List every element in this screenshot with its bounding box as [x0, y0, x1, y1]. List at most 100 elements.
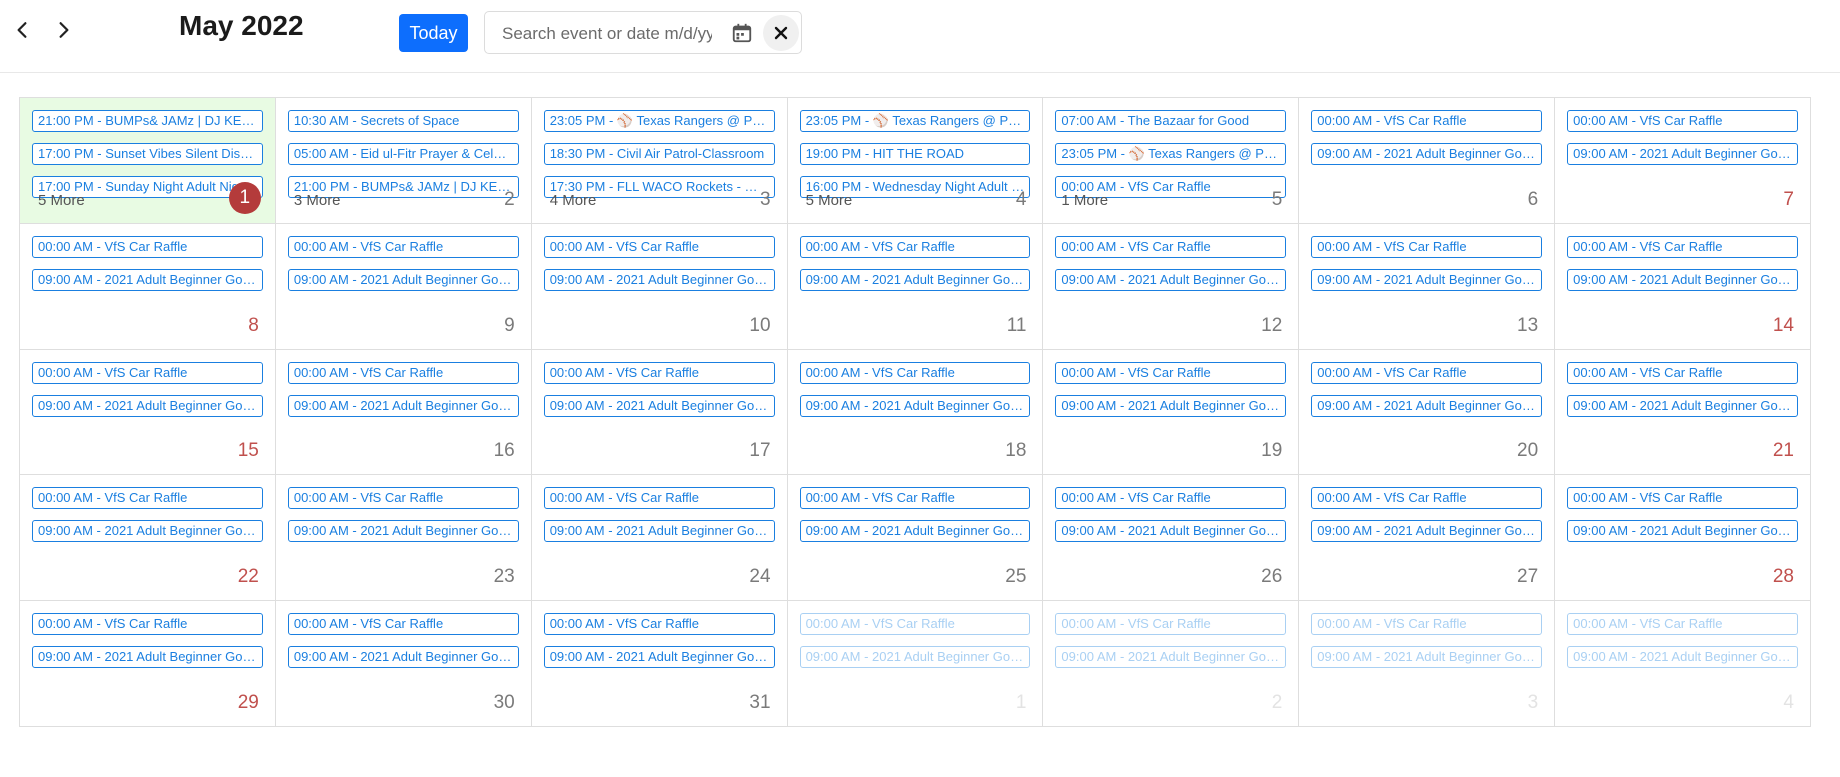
event-chip[interactable]: 00:00 AM - VfS Car Raffle — [1311, 361, 1543, 384]
event-chip[interactable]: 09:00 AM - 2021 Adult Beginner Golf Less… — [1055, 394, 1287, 417]
day-cell[interactable]: 00:00 AM - VfS Car Raffle 09:00 AM - 2021… — [787, 475, 1044, 602]
event-chip[interactable]: 00:00 AM - VfS Car Raffle — [1567, 361, 1798, 384]
day-cell[interactable]: 00:00 AM - VfS Car Raffle 09:00 AM - 2021… — [1299, 475, 1556, 602]
event-chip[interactable]: 00:00 AM - VfS Car Raffle — [287, 613, 519, 636]
day-cell[interactable]: 00:00 AM - VfS Car Raffle 09:00 AM - 2021… — [1299, 223, 1556, 350]
day-cell[interactable]: 00:00 AM - VfS Car Raffle 09:00 AM - 2021… — [1043, 349, 1300, 476]
event-chip[interactable]: 07:00 AM - The Bazaar for Good — [1055, 110, 1287, 132]
event-chip[interactable]: 00:00 AM - VfS Car Raffle — [799, 487, 1031, 510]
event-chip[interactable]: 00:00 AM - VfS Car Raffle — [1055, 361, 1287, 384]
event-chip[interactable]: 00:00 AM - VfS Car Raffle — [287, 235, 519, 258]
event-chip[interactable]: 00:00 AM - VfS Car Raffle — [32, 487, 263, 510]
event-chip[interactable]: 09:00 AM - 2021 Adult Beginner Golf Less… — [287, 268, 519, 291]
event-chip[interactable]: 00:00 AM - VfS Car Raffle — [1055, 613, 1287, 636]
day-cell[interactable]: 00:00 AM - VfS Car Raffle 09:00 AM - 2021… — [20, 601, 276, 727]
event-chip[interactable]: 09:00 AM - 2021 Adult Beginner Golf Less… — [32, 268, 263, 291]
event-chip[interactable]: 00:00 AM - VfS Car Raffle — [1311, 235, 1543, 258]
event-chip[interactable]: 09:00 AM - 2021 Adult Beginner Golf Less… — [287, 394, 519, 417]
event-chip[interactable]: 00:00 AM - VfS Car Raffle — [543, 235, 775, 258]
event-chip[interactable]: 10:30 AM - Secrets of Space — [287, 110, 519, 132]
event-chip[interactable]: 00:00 AM - VfS Car Raffle — [799, 613, 1031, 636]
event-chip[interactable]: 00:00 AM - VfS Car Raffle — [543, 361, 775, 384]
event-chip[interactable]: 00:00 AM - VfS Car Raffle — [1055, 235, 1287, 258]
day-cell[interactable]: 00:00 AM - VfS Car Raffle 09:00 AM - 2021… — [531, 349, 788, 476]
day-cell[interactable]: 00:00 AM - VfS Car Raffle 09:00 AM - 2021… — [787, 223, 1044, 350]
day-cell[interactable]: 00:00 AM - VfS Car Raffle 09:00 AM - 2021… — [787, 601, 1044, 727]
event-chip[interactable]: 19:00 PM - HIT THE ROAD — [799, 143, 1031, 165]
event-chip[interactable]: 09:00 AM - 2021 Adult Beginner Golf Less… — [799, 268, 1031, 291]
day-cell[interactable]: 00:00 AM - VfS Car Raffle 09:00 AM - 2021… — [275, 475, 532, 602]
day-cell[interactable]: 00:00 AM - VfS Car Raffle 09:00 AM - 2021… — [1555, 601, 1811, 727]
event-chip[interactable]: 09:00 AM - 2021 Adult Beginner Golf Less… — [1055, 646, 1287, 669]
event-chip[interactable]: 00:00 AM - VfS Car Raffle — [287, 361, 519, 384]
day-cell[interactable]: 00:00 AM - VfS Car Raffle 09:00 AM - 2021… — [1555, 475, 1811, 602]
day-cell[interactable]: 00:00 AM - VfS Car Raffle 09:00 AM - 2021… — [787, 349, 1044, 476]
day-cell[interactable]: 00:00 AM - VfS Car Raffle 09:00 AM - 2021… — [20, 223, 276, 350]
event-chip[interactable]: 09:00 AM - 2021 Adult Beginner Golf Less… — [287, 520, 519, 543]
day-cell[interactable]: 00:00 AM - VfS Car Raffle 09:00 AM - 2021… — [275, 223, 532, 350]
day-cell[interactable]: 00:00 AM - VfS Car Raffle 09:00 AM - 2021… — [531, 601, 788, 727]
event-chip[interactable]: 23:05 PM - ⚾ Texas Rangers @ Phillies — [799, 110, 1031, 132]
more-events-link[interactable]: 5 More — [38, 192, 85, 209]
event-chip[interactable]: 09:00 AM - 2021 Adult Beginner Golf Less… — [1567, 394, 1798, 417]
event-chip[interactable]: 09:00 AM - 2021 Adult Beginner Golf Less… — [1567, 520, 1798, 543]
previous-month-button[interactable] — [6, 14, 38, 46]
day-cell[interactable]: 00:00 AM - VfS Car Raffle 09:00 AM - 2021… — [1299, 98, 1556, 224]
event-chip[interactable]: 00:00 AM - VfS Car Raffle — [1055, 487, 1287, 510]
more-events-link[interactable]: 4 More — [550, 192, 597, 209]
event-chip[interactable]: 09:00 AM - 2021 Adult Beginner Golf Less… — [1055, 520, 1287, 543]
event-chip[interactable]: 09:00 AM - 2021 Adult Beginner Golf Less… — [543, 268, 775, 291]
day-cell[interactable]: 10:30 AM - Secrets of Space 05:00 AM - Ei… — [275, 98, 532, 224]
day-cell[interactable]: 23:05 PM - ⚾ Texas Rangers @ Phillies 19:… — [787, 98, 1044, 224]
day-cell[interactable]: 21:00 PM - BUMPs& JAMz | DJ KENNY & FRIE… — [20, 98, 276, 224]
event-chip[interactable]: 09:00 AM - 2021 Adult Beginner Golf Less… — [1311, 520, 1543, 543]
day-cell[interactable]: 00:00 AM - VfS Car Raffle 09:00 AM - 2021… — [1043, 601, 1300, 727]
day-cell[interactable]: 00:00 AM - VfS Car Raffle 09:00 AM - 2021… — [1555, 223, 1811, 350]
event-chip[interactable]: 00:00 AM - VfS Car Raffle — [1311, 487, 1543, 510]
next-month-button[interactable] — [48, 14, 80, 46]
more-events-link[interactable]: 5 More — [806, 192, 853, 209]
today-button[interactable]: Today — [399, 14, 468, 52]
event-chip[interactable]: 00:00 AM - VfS Car Raffle — [799, 235, 1031, 258]
more-events-link[interactable]: 3 More — [294, 192, 341, 209]
event-chip[interactable]: 00:00 AM - VfS Car Raffle — [1311, 613, 1543, 636]
clear-search-button[interactable] — [763, 15, 799, 51]
event-chip[interactable]: 21:00 PM - BUMPs& JAMz | DJ KENNY & FRIE… — [32, 110, 263, 132]
event-chip[interactable]: 09:00 AM - 2021 Adult Beginner Golf Less… — [1311, 646, 1543, 669]
event-chip[interactable]: 09:00 AM - 2021 Adult Beginner Golf Less… — [1567, 143, 1798, 165]
event-chip[interactable]: 09:00 AM - 2021 Adult Beginner Golf Less… — [799, 646, 1031, 669]
event-chip[interactable]: 00:00 AM - VfS Car Raffle — [287, 487, 519, 510]
event-chip[interactable]: 00:00 AM - VfS Car Raffle — [32, 235, 263, 258]
day-cell[interactable]: 00:00 AM - VfS Car Raffle 09:00 AM - 2021… — [20, 475, 276, 602]
event-chip[interactable]: 18:30 PM - Civil Air Patrol-Classroom — [543, 143, 775, 165]
event-chip[interactable]: 00:00 AM - VfS Car Raffle — [543, 487, 775, 510]
more-events-link[interactable]: 1 More — [1061, 192, 1108, 209]
day-cell[interactable]: 00:00 AM - VfS Car Raffle 09:00 AM - 2021… — [1043, 223, 1300, 350]
event-chip[interactable]: 09:00 AM - 2021 Adult Beginner Golf Less… — [1311, 394, 1543, 417]
event-chip[interactable]: 23:05 PM - ⚾ Texas Rangers @ Phillies — [1055, 143, 1287, 165]
event-chip[interactable]: 09:00 AM - 2021 Adult Beginner Golf Less… — [799, 520, 1031, 543]
event-chip[interactable]: 09:00 AM - 2021 Adult Beginner Golf Less… — [287, 646, 519, 669]
day-cell[interactable]: 00:00 AM - VfS Car Raffle 09:00 AM - 2021… — [531, 475, 788, 602]
event-chip[interactable]: 09:00 AM - 2021 Adult Beginner Golf Less… — [543, 394, 775, 417]
event-chip[interactable]: 09:00 AM - 2021 Adult Beginner Golf Less… — [1567, 268, 1798, 291]
event-chip[interactable]: 09:00 AM - 2021 Adult Beginner Golf Less… — [799, 394, 1031, 417]
event-chip[interactable]: 00:00 AM - VfS Car Raffle — [543, 613, 775, 636]
event-chip[interactable]: 09:00 AM - 2021 Adult Beginner Golf Less… — [32, 520, 263, 543]
event-chip[interactable]: 09:00 AM - 2021 Adult Beginner Golf Less… — [1567, 646, 1798, 669]
event-chip[interactable]: 17:00 PM - Sunset Vibes Silent Disco Par… — [32, 143, 263, 165]
event-chip[interactable]: 00:00 AM - VfS Car Raffle — [1311, 110, 1543, 132]
event-chip[interactable]: 00:00 AM - VfS Car Raffle — [1567, 487, 1798, 510]
event-chip[interactable]: 09:00 AM - 2021 Adult Beginner Golf Less… — [1055, 268, 1287, 291]
event-chip[interactable]: 00:00 AM - VfS Car Raffle — [799, 361, 1031, 384]
event-chip[interactable]: 05:00 AM - Eid ul-Fitr Prayer & Celebrat… — [287, 143, 519, 165]
day-cell[interactable]: 00:00 AM - VfS Car Raffle 09:00 AM - 2021… — [20, 349, 276, 476]
day-cell[interactable]: 00:00 AM - VfS Car Raffle 09:00 AM - 2021… — [1555, 349, 1811, 476]
day-cell[interactable]: 00:00 AM - VfS Car Raffle 09:00 AM - 2021… — [1299, 601, 1556, 727]
day-cell[interactable]: 00:00 AM - VfS Car Raffle 09:00 AM - 2021… — [275, 349, 532, 476]
day-cell[interactable]: 23:05 PM - ⚾ Texas Rangers @ Phillies 18:… — [531, 98, 788, 224]
event-chip[interactable]: 00:00 AM - VfS Car Raffle — [1567, 110, 1798, 132]
day-cell[interactable]: 00:00 AM - VfS Car Raffle 09:00 AM - 2021… — [531, 223, 788, 350]
day-cell[interactable]: 00:00 AM - VfS Car Raffle 09:00 AM - 2021… — [1043, 475, 1300, 602]
event-chip[interactable]: 23:05 PM - ⚾ Texas Rangers @ Phillies — [543, 110, 775, 132]
